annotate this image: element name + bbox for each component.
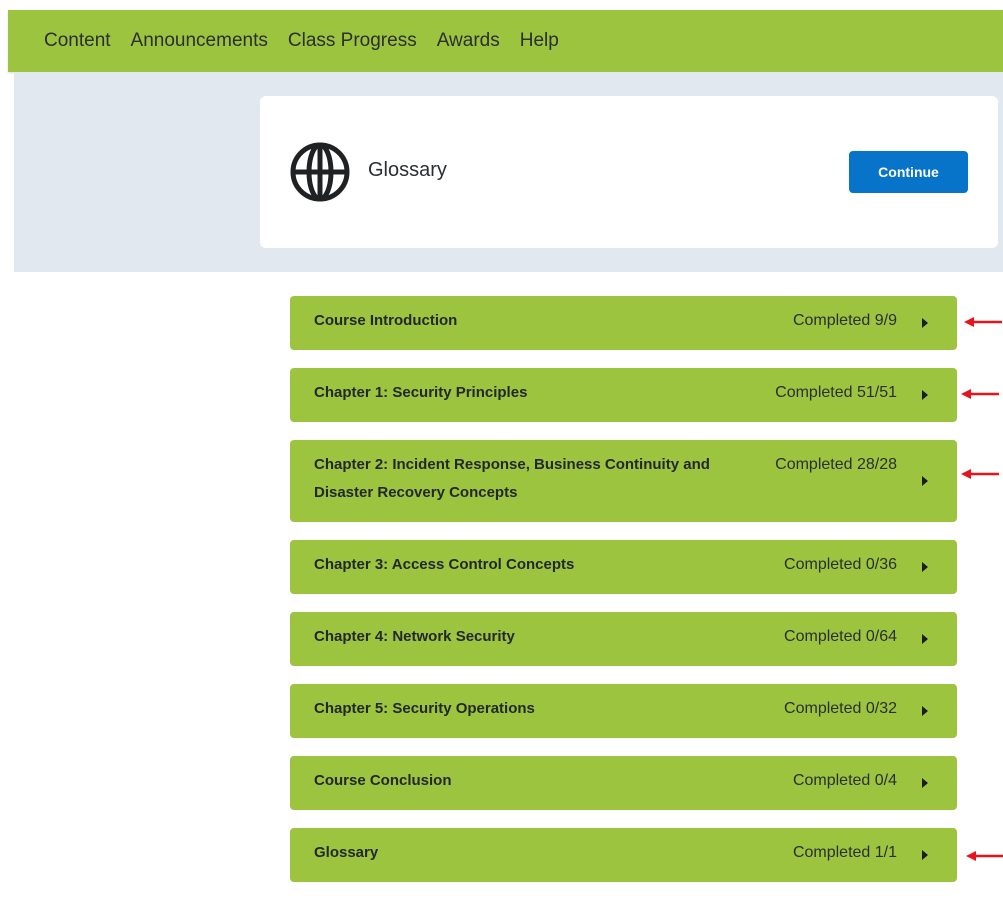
module-status: Completed 9/9 bbox=[792, 312, 897, 329]
module-chapter-3[interactable]: Chapter 3: Access Control Concepts Compl… bbox=[290, 540, 957, 594]
annotation-arrow-icon bbox=[961, 469, 999, 479]
module-chapter-4[interactable]: Chapter 4: Network Security Completed 0/… bbox=[290, 612, 957, 666]
nav-awards[interactable]: Awards bbox=[437, 30, 500, 52]
module-status: Completed 0/32 bbox=[784, 700, 897, 717]
module-title: Chapter 3: Access Control Concepts bbox=[314, 556, 575, 573]
module-status: Completed 0/36 bbox=[784, 556, 897, 573]
module-chapter-2[interactable]: Chapter 2: Incident Response, Business C… bbox=[290, 440, 957, 522]
annotation-arrow-icon bbox=[964, 317, 1002, 327]
module-status: Completed 28/28 bbox=[775, 456, 897, 473]
module-list: Course Introduction Completed 9/9 Chapte… bbox=[290, 296, 957, 900]
module-status: Completed 1/1 bbox=[792, 844, 897, 861]
module-title: Chapter 4: Network Security bbox=[314, 628, 515, 645]
annotation-arrow-icon bbox=[961, 389, 999, 399]
module-status: Completed 0/4 bbox=[792, 772, 897, 789]
globe-icon bbox=[290, 142, 350, 202]
nav-content[interactable]: Content bbox=[44, 30, 111, 52]
module-course-conclusion[interactable]: Course Conclusion Completed 0/4 bbox=[290, 756, 957, 810]
continue-button[interactable]: Continue bbox=[849, 151, 968, 193]
hero-banner: Glossary Continue bbox=[14, 72, 1003, 272]
module-title: Chapter 5: Security Operations bbox=[314, 700, 535, 717]
module-title: Glossary bbox=[314, 844, 379, 861]
module-title: Chapter 1: Security Principles bbox=[314, 384, 528, 401]
nav-announcements[interactable]: Announcements bbox=[131, 30, 268, 52]
module-title: Chapter 2: Incident Response, Business C… bbox=[314, 456, 710, 501]
caret-right-icon bbox=[922, 318, 928, 328]
caret-right-icon bbox=[922, 390, 928, 400]
current-item-card: Glossary Continue bbox=[260, 96, 998, 248]
caret-right-icon bbox=[922, 706, 928, 716]
module-chapter-5[interactable]: Chapter 5: Security Operations Completed… bbox=[290, 684, 957, 738]
top-navigation-bar: Content Announcements Class Progress Awa… bbox=[8, 10, 1003, 72]
caret-right-icon bbox=[922, 476, 928, 486]
annotation-arrow-icon bbox=[966, 851, 1003, 861]
caret-right-icon bbox=[922, 850, 928, 860]
module-chapter-1[interactable]: Chapter 1: Security Principles Completed… bbox=[290, 368, 957, 422]
module-course-introduction[interactable]: Course Introduction Completed 9/9 bbox=[290, 296, 957, 350]
module-title: Course Introduction bbox=[314, 312, 458, 329]
module-glossary[interactable]: Glossary Completed 1/1 bbox=[290, 828, 957, 882]
nav-help[interactable]: Help bbox=[520, 30, 559, 52]
current-item-title: Glossary bbox=[368, 159, 447, 181]
nav-class-progress[interactable]: Class Progress bbox=[288, 30, 417, 52]
module-title: Course Conclusion bbox=[314, 772, 452, 789]
caret-right-icon bbox=[922, 634, 928, 644]
module-status: Completed 51/51 bbox=[775, 384, 897, 401]
caret-right-icon bbox=[922, 562, 928, 572]
module-status: Completed 0/64 bbox=[784, 628, 897, 645]
caret-right-icon bbox=[922, 778, 928, 788]
